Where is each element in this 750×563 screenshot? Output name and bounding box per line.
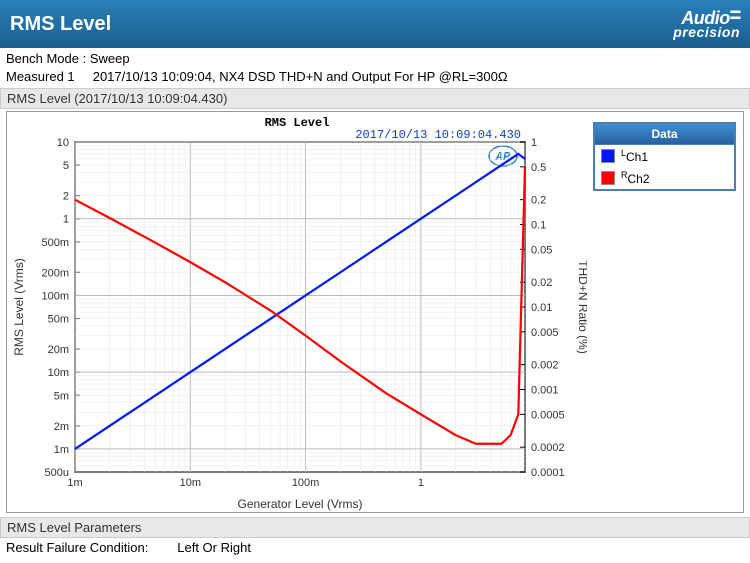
svg-text:0.01: 0.01 — [531, 302, 552, 314]
bench-mode: Bench Mode : Sweep — [6, 50, 744, 68]
svg-text:5: 5 — [63, 160, 69, 172]
legend-row: RCh2 — [595, 167, 734, 189]
svg-text:0.0001: 0.0001 — [531, 467, 565, 479]
section-header: RMS Level (2017/10/13 10:09:04.430) — [0, 88, 750, 109]
legend-row: LCh1 — [595, 145, 734, 167]
svg-text:THD+N Ratio (%): THD+N Ratio (%) — [576, 261, 587, 355]
svg-text:100m: 100m — [292, 477, 320, 489]
footer: RMS Level Parameters Result Failure Cond… — [0, 517, 750, 557]
svg-text:RMS Level (Vrms): RMS Level (Vrms) — [12, 259, 26, 357]
svg-text:1: 1 — [63, 214, 69, 226]
svg-text:2: 2 — [63, 191, 69, 203]
svg-text:1: 1 — [418, 477, 424, 489]
legend-swatch-ch2 — [601, 171, 615, 185]
svg-text:0.1: 0.1 — [531, 220, 546, 232]
brand-logo: Audio▪▪▪▪▪▪▪▪ precision — [673, 10, 740, 39]
svg-text:RMS Level: RMS Level — [265, 116, 330, 130]
svg-text:0.0005: 0.0005 — [531, 410, 565, 422]
legend: Data LCh1 RCh2 — [587, 112, 742, 512]
header-bar: RMS Level Audio▪▪▪▪▪▪▪▪ precision — [0, 0, 750, 48]
svg-text:5m: 5m — [54, 391, 69, 403]
svg-text:500m: 500m — [41, 237, 69, 249]
svg-text:0.5: 0.5 — [531, 162, 546, 174]
measured-line: Measured 1 2017/10/13 10:09:04, NX4 DSD … — [6, 68, 744, 86]
svg-text:1m: 1m — [67, 477, 82, 489]
svg-text:0.001: 0.001 — [531, 385, 559, 397]
params-section: RMS Level Parameters — [0, 517, 750, 538]
svg-text:0.0002: 0.0002 — [531, 443, 565, 455]
svg-text:10m: 10m — [48, 368, 69, 380]
chart-plot: RMS Level 2017/10/13 10:09:04.430 AP 1m 10m 1… — [7, 112, 587, 512]
svg-text:10: 10 — [57, 137, 69, 149]
svg-text:100m: 100m — [41, 291, 69, 303]
svg-text:0.005: 0.005 — [531, 327, 559, 339]
svg-text:0.02: 0.02 — [531, 278, 552, 290]
logo-dots-icon: ▪▪▪▪▪▪▪▪ — [730, 10, 740, 22]
svg-text:500u: 500u — [45, 467, 69, 479]
svg-text:200m: 200m — [41, 268, 69, 280]
svg-text:0.2: 0.2 — [531, 195, 546, 207]
svg-text:0.002: 0.002 — [531, 360, 559, 372]
svg-text:1: 1 — [531, 137, 537, 149]
svg-text:Generator Level (Vrms): Generator Level (Vrms) — [238, 497, 363, 511]
legend-header: Data — [595, 124, 734, 145]
svg-text:AP: AP — [495, 150, 511, 164]
svg-text:1m: 1m — [54, 444, 69, 456]
svg-text:20m: 20m — [48, 344, 69, 356]
chart-svg: RMS Level 2017/10/13 10:09:04.430 AP 1m 10m 1… — [7, 112, 587, 512]
legend-swatch-ch1 — [601, 149, 615, 163]
page-title: RMS Level — [10, 13, 111, 36]
svg-text:10m: 10m — [180, 477, 201, 489]
info-block: Bench Mode : Sweep Measured 1 2017/10/13… — [0, 48, 750, 86]
svg-text:2m: 2m — [54, 421, 69, 433]
svg-text:0.05: 0.05 — [531, 245, 552, 257]
svg-text:50m: 50m — [48, 314, 69, 326]
chart-container: RMS Level 2017/10/13 10:09:04.430 AP 1m 10m 1… — [6, 111, 744, 513]
result-failure: Result Failure Condition: Left Or Right — [0, 538, 750, 557]
svg-text:2017/10/13 10:09:04.430: 2017/10/13 10:09:04.430 — [355, 128, 521, 142]
